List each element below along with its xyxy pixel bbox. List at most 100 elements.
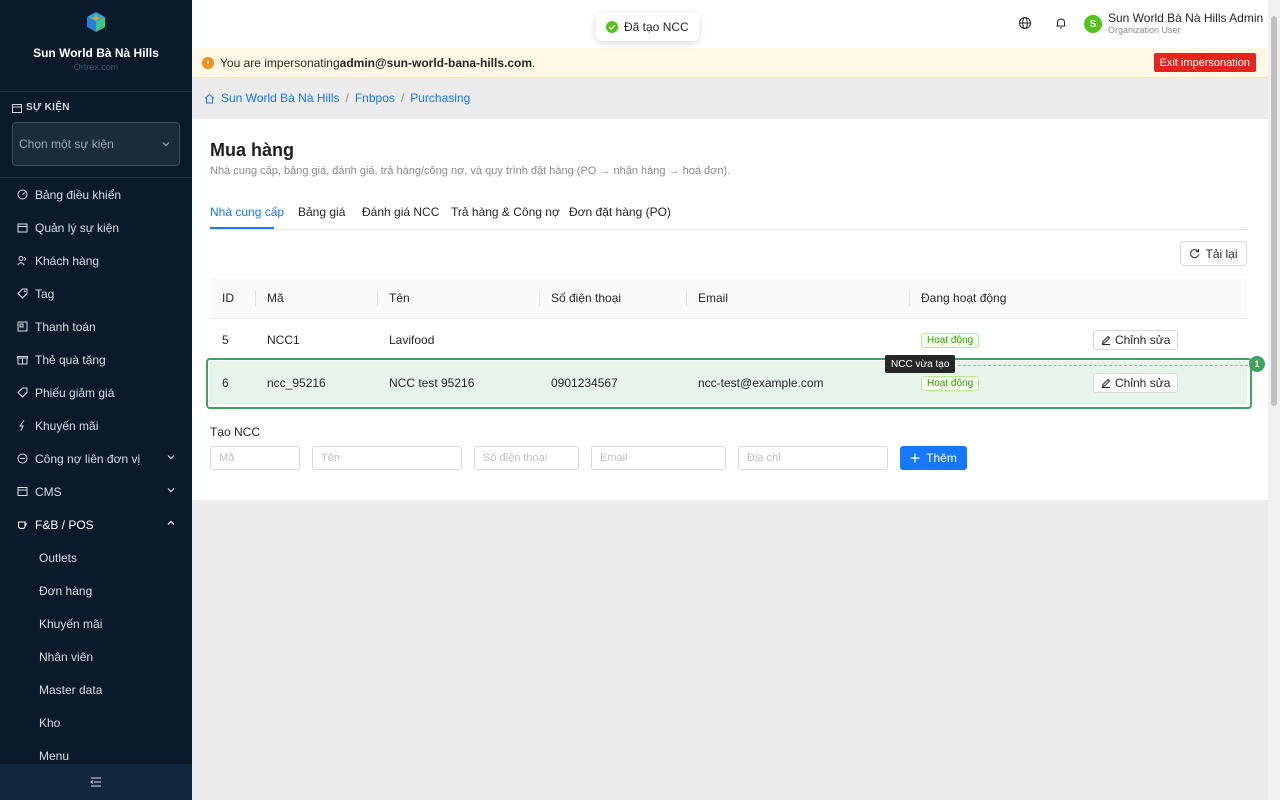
address-input[interactable]: [738, 446, 888, 470]
cms-icon: [16, 486, 28, 498]
banner-email: admin@sun-world-bana-hills.com: [339, 55, 533, 70]
calendar-icon: [12, 103, 22, 113]
sidebar-subitem-warehouse[interactable]: Kho: [0, 706, 192, 739]
new-row-tooltip: NCC vừa tạo: [885, 355, 956, 373]
users-icon: [16, 255, 28, 267]
page-title: Mua hàng: [210, 140, 294, 160]
cell-email: ncc-test@example.com: [686, 361, 909, 405]
cell-code: ncc_95216: [255, 361, 377, 405]
sidebar-subitem-master-data[interactable]: Master data: [0, 673, 192, 706]
tab-purchase-orders[interactable]: Đơn đặt hàng (PO): [569, 205, 671, 219]
avatar[interactable]: S: [1084, 15, 1102, 33]
chevron-up-icon: [167, 520, 175, 525]
edit-button[interactable]: Chỉnh sửa: [1093, 329, 1179, 350]
column-header-actions: [1081, 278, 1247, 319]
brand-sub: Ortrex.com: [73, 62, 119, 72]
exit-impersonation-button[interactable]: Exit impersonation: [1153, 53, 1256, 72]
edit-icon: [1101, 335, 1111, 345]
flash-icon: [16, 420, 28, 432]
breadcrumb-separator: /: [345, 91, 349, 105]
cell-id: 5: [210, 318, 255, 362]
sidebar-item-events[interactable]: Quản lý sự kiện: [0, 211, 192, 244]
edit-button[interactable]: Chỉnh sửa: [1093, 372, 1179, 393]
tab-returns-debt[interactable]: Trả hàng & Công nợ: [451, 205, 560, 219]
code-input[interactable]: [210, 446, 300, 470]
event-select-placeholder: Chọn một sự kiện: [19, 137, 114, 151]
scrollbar-thumb[interactable]: [1271, 16, 1277, 406]
breadcrumb-module[interactable]: Fnbpos: [355, 91, 395, 105]
sidebar-subitem-staff[interactable]: Nhân viên: [0, 640, 192, 673]
sidebar-subitem-promotions[interactable]: Khuyến mãi: [0, 607, 192, 640]
breadcrumb-separator: /: [400, 91, 405, 105]
logo-icon: [87, 12, 105, 32]
sidebar-menu: Bảng điều khiển Quản lý sự kiện Khách hà…: [0, 178, 192, 772]
edit-icon: [1101, 378, 1111, 388]
brand: Sun World Bà Nà Hills Ortrex.com: [0, 0, 192, 92]
sidebar-collapse-button[interactable]: [0, 764, 192, 800]
reload-button[interactable]: Tải lại: [1180, 241, 1247, 266]
check-circle-icon: [606, 21, 618, 33]
email-input[interactable]: [591, 446, 726, 470]
sidebar-item-promotion[interactable]: Khuyến mãi: [0, 409, 192, 442]
main-card: Mua hàng Nhà cung cấp, bảng giá, đánh gi…: [192, 119, 1268, 500]
sidebar-item-inter-unit-debt[interactable]: Công nợ liên đơn vị: [0, 442, 192, 475]
cell-actions: Chỉnh sửa: [1081, 318, 1247, 362]
sidebar-subitem-outlets[interactable]: Outlets: [0, 541, 192, 574]
add-supplier-button[interactable]: Thêm: [900, 446, 967, 470]
tab-suppliers[interactable]: Nhà cung cấp: [210, 205, 284, 219]
page-subtitle: Nhà cung cấp, bảng giá, đánh giá, trả hà…: [210, 165, 731, 177]
column-header-name: Tên: [377, 278, 539, 319]
column-header-active: Đang hoạt động: [909, 278, 1081, 319]
warning-icon: [202, 56, 214, 69]
suppliers-table: ID Mã Tên Số điện thoại Email Đang hoạt …: [210, 278, 1247, 405]
bell-icon[interactable]: [1054, 16, 1068, 30]
payment-icon: [16, 321, 28, 333]
cell-code: NCC1: [255, 318, 377, 362]
brand-name: Sun World Bà Nà Hills: [33, 46, 159, 60]
highlight-badge: 1: [1249, 356, 1265, 372]
sidebar-item-payment[interactable]: Thanh toán: [0, 310, 192, 343]
tab-supplier-rating[interactable]: Đánh giá NCC: [362, 205, 439, 219]
cell-name: NCC test 95216: [377, 361, 539, 405]
chevron-down-icon: [167, 488, 175, 493]
calendar-icon: [16, 222, 28, 234]
sidebar-item-tag[interactable]: Tag: [0, 277, 192, 310]
sidebar-subitem-orders[interactable]: Đơn hàng: [0, 574, 192, 607]
phone-input[interactable]: [474, 446, 579, 470]
user-name[interactable]: Sun World Bà Nà Hills Admin: [1108, 11, 1263, 25]
sidebar-item-coupon[interactable]: Phiếu giảm giá: [0, 376, 192, 409]
column-header-email: Email: [686, 278, 909, 319]
chevron-down-icon: [162, 142, 170, 147]
column-header-phone: Số điện thoại: [539, 278, 686, 319]
dashboard-icon: [16, 189, 28, 201]
breadcrumb-org[interactable]: Sun World Bà Nà Hills: [221, 91, 340, 105]
sidebar-item-customers[interactable]: Khách hàng: [0, 244, 192, 277]
debt-icon: [16, 453, 28, 465]
coupon-icon: [16, 387, 28, 399]
column-header-id: ID: [210, 278, 255, 319]
highlight-dash-line: [958, 365, 1248, 366]
tabs: Nhà cung cấp Bảng giá Đánh giá NCC Trả h…: [210, 203, 1247, 230]
table-row: 5 NCC1 Lavifood Hoạt động Chỉnh sửa: [210, 318, 1247, 362]
reload-icon: [1190, 249, 1200, 259]
cell-name: Lavifood: [377, 318, 539, 362]
table-row-new: 6 ncc_95216 NCC test 95216 0901234567 nc…: [210, 361, 1247, 405]
sidebar-item-cms[interactable]: CMS: [0, 475, 192, 508]
sidebar-item-fnb-pos[interactable]: F&B / POS: [0, 508, 192, 541]
cell-phone: 0901234567: [539, 361, 686, 405]
tab-price-list[interactable]: Bảng giá: [298, 205, 345, 219]
breadcrumb-current[interactable]: Purchasing: [410, 91, 470, 105]
sidebar-item-dashboard[interactable]: Bảng điều khiển: [0, 178, 192, 211]
status-badge: Hoạt động: [921, 332, 980, 348]
gift-icon: [16, 354, 28, 366]
create-supplier-label: Tạo NCC: [210, 425, 261, 439]
chevron-down-icon: [167, 455, 175, 460]
name-input[interactable]: [312, 446, 462, 470]
plus-icon: [910, 453, 920, 463]
page-scrollbar[interactable]: [1268, 0, 1280, 800]
sidebar-item-gift-card[interactable]: Thẻ quà tặng: [0, 343, 192, 376]
globe-icon[interactable]: [1018, 16, 1032, 30]
event-select[interactable]: Chọn một sự kiện: [12, 122, 180, 166]
cell-actions: Chỉnh sửa: [1081, 361, 1247, 405]
impersonation-banner: You are impersonating admin@sun-world-ba…: [192, 48, 1268, 78]
